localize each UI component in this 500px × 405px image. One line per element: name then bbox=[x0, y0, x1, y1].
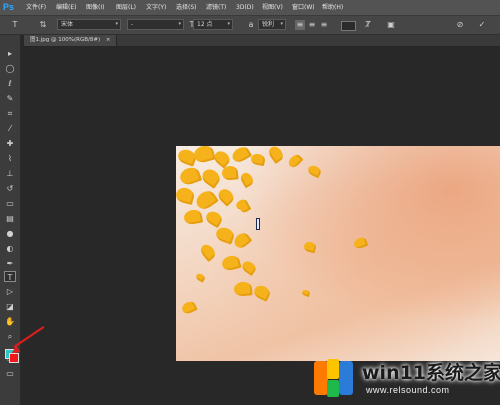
ginkgo-leaf bbox=[306, 163, 323, 179]
zoom-tool-icon[interactable]: ⌕ bbox=[4, 331, 16, 342]
font-style-select[interactable]: - ▾ bbox=[127, 19, 184, 30]
warp-text-icon[interactable]: Ⱦ bbox=[363, 20, 373, 30]
photoshop-logo: Ps bbox=[3, 2, 15, 12]
chevron-down-icon: ▾ bbox=[227, 21, 230, 27]
antialias-value: 锐利 bbox=[262, 21, 275, 28]
menu-filter[interactable]: 滤镜(T) bbox=[206, 3, 226, 12]
text-cursor bbox=[256, 218, 260, 230]
chevron-down-icon: ▾ bbox=[280, 21, 283, 27]
font-size-select[interactable]: 12 点 ▾ bbox=[193, 19, 233, 30]
menu-image[interactable]: 图像(I) bbox=[86, 3, 104, 12]
ginkgo-leaf bbox=[352, 236, 369, 250]
font-family-value: 宋体 bbox=[61, 21, 74, 28]
ginkgo-leaf bbox=[221, 165, 239, 181]
ginkgo-leaf bbox=[220, 253, 242, 273]
chevron-down-icon: ▾ bbox=[178, 21, 181, 27]
cancel-icon[interactable]: ⊘ bbox=[455, 20, 465, 30]
chevron-down-icon: ▾ bbox=[115, 21, 118, 27]
text-color-swatch[interactable] bbox=[341, 21, 356, 31]
menu-3d[interactable]: 3D(D) bbox=[236, 3, 254, 12]
quick-select-tool-icon[interactable]: ✎ bbox=[4, 93, 16, 104]
ginkgo-leaf bbox=[176, 185, 196, 206]
text-orientation-icon[interactable]: ⇅ bbox=[38, 20, 48, 30]
ginkgo-leaf bbox=[286, 152, 304, 170]
ginkgo-leaf bbox=[215, 186, 237, 207]
pen-tool-icon[interactable]: ✒ bbox=[4, 258, 16, 269]
lasso-tool-icon[interactable]: ℓ bbox=[4, 78, 16, 89]
history-brush-tool-icon[interactable]: ↺ bbox=[4, 183, 16, 194]
ginkgo-leaf bbox=[198, 242, 218, 262]
document-tab-bar: 图1.jpg @ 100%(RGB/8#) × bbox=[24, 35, 500, 47]
options-bar: T ⇅ 宋体 ▾ - ▾ T 12 点 ▾ a 锐利 ▾ ≡ ≡ ≡ Ⱦ ▣ ⊘ ✓ bbox=[0, 16, 500, 35]
commit-icon[interactable]: ✓ bbox=[477, 20, 487, 30]
antialias-select[interactable]: 锐利 ▾ bbox=[258, 19, 286, 30]
close-icon[interactable]: × bbox=[106, 37, 111, 43]
type-tool-icon[interactable]: T bbox=[4, 271, 16, 282]
font-family-select[interactable]: 宋体 ▾ bbox=[57, 19, 121, 30]
windows-logo-icon bbox=[314, 359, 354, 397]
ginkgo-leaf bbox=[199, 166, 223, 189]
blur-tool-icon[interactable]: ● bbox=[4, 228, 16, 239]
logo-pane bbox=[339, 361, 353, 395]
marquee-tool-icon[interactable]: ◯ bbox=[4, 63, 16, 74]
screen-mode-icon[interactable]: ▭ bbox=[4, 368, 16, 379]
ginkgo-leaf bbox=[194, 272, 207, 283]
menu-window[interactable]: 窗口(W) bbox=[292, 3, 315, 12]
ginkgo-leaf bbox=[252, 283, 272, 302]
ginkgo-leaf bbox=[192, 146, 216, 165]
menu-layer[interactable]: 图层(L) bbox=[116, 3, 136, 12]
ginkgo-leaf bbox=[182, 208, 204, 226]
eyedropper-tool-icon[interactable]: ⁄ bbox=[4, 123, 16, 134]
ginkgo-leaf bbox=[214, 225, 236, 245]
hand-tool-icon[interactable]: ✋ bbox=[4, 316, 16, 327]
brush-tool-icon[interactable]: ⌇ bbox=[4, 153, 16, 164]
ginkgo-leaf bbox=[302, 240, 318, 254]
align-center-icon[interactable]: ≡ bbox=[307, 20, 317, 30]
document-tab-label: 图1.jpg @ 100%(RGB/8#) bbox=[30, 37, 101, 43]
healing-tool-icon[interactable]: ✚ bbox=[4, 138, 16, 149]
menu-file[interactable]: 文件(F) bbox=[26, 3, 46, 12]
ginkgo-leaf bbox=[266, 146, 286, 164]
ginkgo-leaf bbox=[301, 288, 311, 298]
character-panel-icon[interactable]: ▣ bbox=[386, 20, 396, 30]
font-style-value: - bbox=[131, 21, 134, 28]
ginkgo-leaf bbox=[250, 152, 266, 167]
logo-pane bbox=[327, 359, 339, 379]
watermark-title: win11系统之家 bbox=[362, 362, 500, 384]
canvas-image[interactable] bbox=[176, 146, 500, 361]
shape-tool-icon[interactable]: ◪ bbox=[4, 301, 16, 312]
menu-help[interactable]: 帮助(H) bbox=[322, 3, 343, 12]
dodge-tool-icon[interactable]: ◐ bbox=[4, 243, 16, 254]
antialias-icon: a bbox=[248, 20, 254, 29]
ginkgo-leaf bbox=[229, 146, 253, 165]
logo-pane bbox=[314, 361, 328, 395]
eraser-tool-icon[interactable]: ▭ bbox=[4, 198, 16, 209]
ginkgo-leaf bbox=[238, 170, 256, 189]
menu-select[interactable]: 选择(S) bbox=[176, 3, 197, 12]
menu-bar: Ps 文件(F) 编辑(E) 图像(I) 图层(L) 文字(Y) 选择(S) 滤… bbox=[0, 0, 500, 16]
menu-edit[interactable]: 编辑(E) bbox=[56, 3, 76, 12]
ginkgo-leaf bbox=[203, 208, 225, 229]
font-size-value: 12 点 bbox=[197, 21, 213, 28]
menu-view[interactable]: 视图(V) bbox=[262, 3, 283, 12]
clone-stamp-tool-icon[interactable]: ⊥ bbox=[4, 168, 16, 179]
ginkgo-leaf bbox=[177, 165, 203, 187]
ginkgo-leaf bbox=[193, 187, 219, 213]
gradient-tool-icon[interactable]: ▤ bbox=[4, 213, 16, 224]
menu-type[interactable]: 文字(Y) bbox=[146, 3, 166, 12]
document-tab[interactable]: 图1.jpg @ 100%(RGB/8#) × bbox=[24, 35, 118, 46]
text-tool-icon[interactable]: T bbox=[10, 20, 20, 30]
align-left-icon[interactable]: ≡ bbox=[295, 20, 305, 30]
watermark-url: www.relsound.com bbox=[366, 385, 450, 395]
move-tool-icon[interactable]: ▸ bbox=[4, 48, 16, 59]
ginkgo-leaf bbox=[240, 258, 258, 277]
ginkgo-leaf bbox=[231, 230, 253, 251]
crop-tool-icon[interactable]: ⌗ bbox=[4, 108, 16, 119]
ginkgo-leaf bbox=[233, 281, 253, 297]
logo-pane bbox=[327, 380, 339, 397]
ginkgo-leaf bbox=[180, 299, 198, 316]
path-select-tool-icon[interactable]: ▷ bbox=[4, 286, 16, 297]
watermark: win11系统之家 www.relsound.com bbox=[298, 350, 500, 405]
align-right-icon[interactable]: ≡ bbox=[319, 20, 329, 30]
